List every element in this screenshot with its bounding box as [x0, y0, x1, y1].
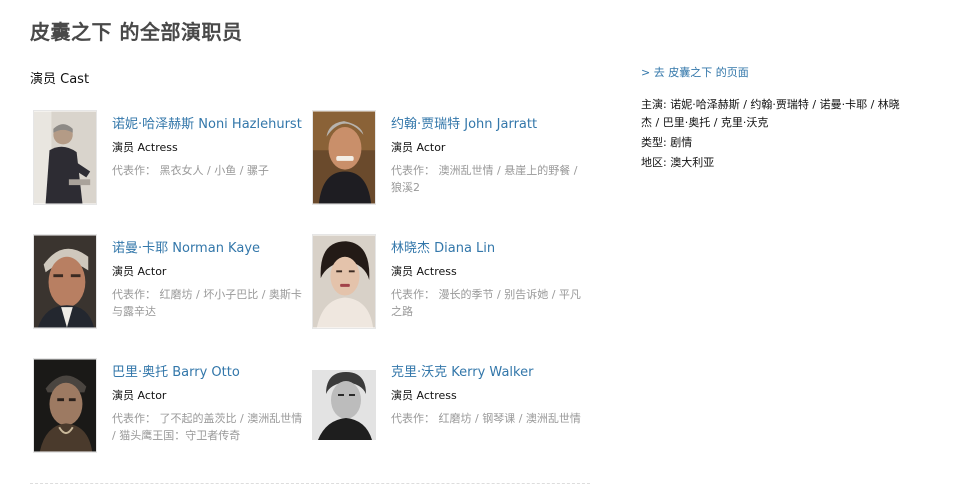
- section-divider: [30, 483, 590, 484]
- cast-role-5: 演员 Actress: [391, 389, 457, 402]
- cast-works-2: 代表作： 红磨坊 / 坏小子巴比 / 奥斯卡与露辛达: [112, 286, 308, 320]
- cast-name-5[interactable]: 克里·沃克 Kerry Walker: [391, 364, 587, 382]
- works-list: 黑衣女人 / 小鱼 / 骡子: [159, 164, 269, 177]
- portrait-image: [34, 359, 96, 452]
- cast-item-2: 诺曼·卡耶 Norman Kaye 演员 Actor 代表作： 红磨坊 / 坏小…: [30, 232, 310, 332]
- region-row: 地区: 澳大利亚: [641, 154, 901, 172]
- portrait-image: [312, 358, 376, 453]
- cast-photo-1[interactable]: [312, 110, 376, 205]
- cast-photo-3[interactable]: [312, 234, 376, 329]
- genre-row: 类型: 剧情: [641, 134, 901, 152]
- cast-item-3: 林晓杰 Diana Lin 演员 Actress 代表作： 漫长的季节 / 别告…: [309, 232, 589, 332]
- cast-role-2: 演员 Actor: [112, 265, 167, 278]
- back-to-subject-link[interactable]: > 去 皮囊之下 的页面: [641, 64, 901, 82]
- works-list: 红磨坊 / 钢琴课 / 澳洲乱世情: [438, 412, 581, 425]
- cast-works-1: 代表作： 澳洲乱世情 / 悬崖上的野餐 / 狼溪2: [391, 162, 587, 196]
- cast-photo-2[interactable]: [33, 234, 97, 329]
- works-label: 代表作：: [391, 288, 435, 301]
- genre-label: 类型:: [641, 136, 667, 149]
- cast-works-4: 代表作： 了不起的盖茨比 / 澳洲乱世情 / 猫头鹰王国：守卫者传奇: [112, 410, 308, 444]
- starring-value: 诺妮·哈泽赫斯 / 约翰·贾瑞特 / 诺曼·卡耶 / 林晓杰 / 巴里·奥托 /…: [641, 98, 900, 129]
- portrait-image: [313, 111, 375, 204]
- cast-photo-4[interactable]: [33, 358, 97, 453]
- works-label: 代表作：: [391, 164, 435, 177]
- portrait-image: [34, 235, 96, 328]
- cast-photo-0[interactable]: [33, 110, 97, 205]
- cast-role-1: 演员 Actor: [391, 141, 446, 154]
- cast-item-5: 克里·沃克 Kerry Walker 演员 Actress 代表作： 红磨坊 /…: [309, 356, 589, 456]
- genre-value: 剧情: [670, 136, 693, 149]
- cast-works-3: 代表作： 漫长的季节 / 别告诉她 / 平凡之路: [391, 286, 587, 320]
- cast-role-3: 演员 Actress: [391, 265, 457, 278]
- cast-role-0: 演员 Actress: [112, 141, 178, 154]
- cast-photo-5[interactable]: [312, 358, 376, 453]
- cast-section-title: 演员 Cast: [30, 72, 90, 87]
- sidebar: > 去 皮囊之下 的页面 主演: 诺妮·哈泽赫斯 / 约翰·贾瑞特 / 诺曼·卡…: [641, 64, 901, 174]
- starring-label: 主演:: [641, 98, 667, 111]
- works-label: 代表作：: [391, 412, 435, 425]
- works-label: 代表作：: [112, 164, 156, 177]
- cast-name-0[interactable]: 诺妮·哈泽赫斯 Noni Hazlehurst: [112, 116, 308, 134]
- cast-name-4[interactable]: 巴里·奥托 Barry Otto: [112, 364, 308, 382]
- region-label: 地区:: [641, 156, 667, 169]
- cast-item-1: 约翰·贾瑞特 John Jarratt 演员 Actor 代表作： 澳洲乱世情 …: [309, 108, 589, 208]
- portrait-image: [34, 111, 96, 204]
- region-value: 澳大利亚: [670, 156, 715, 169]
- page-title: 皮囊之下 的全部演职员: [30, 20, 243, 44]
- cast-item-4: 巴里·奥托 Barry Otto 演员 Actor 代表作： 了不起的盖茨比 /…: [30, 356, 310, 456]
- works-label: 代表作：: [112, 288, 156, 301]
- portrait-image: [313, 235, 375, 328]
- starring-row: 主演: 诺妮·哈泽赫斯 / 约翰·贾瑞特 / 诺曼·卡耶 / 林晓杰 / 巴里·…: [641, 96, 901, 132]
- cast-item-0: 诺妮·哈泽赫斯 Noni Hazlehurst 演员 Actress 代表作： …: [30, 108, 310, 208]
- cast-name-3[interactable]: 林晓杰 Diana Lin: [391, 240, 587, 258]
- cast-works-0: 代表作： 黑衣女人 / 小鱼 / 骡子: [112, 162, 308, 179]
- cast-works-5: 代表作： 红磨坊 / 钢琴课 / 澳洲乱世情: [391, 410, 587, 427]
- cast-name-1[interactable]: 约翰·贾瑞特 John Jarratt: [391, 116, 587, 134]
- works-label: 代表作：: [112, 412, 156, 425]
- cast-role-4: 演员 Actor: [112, 389, 167, 402]
- cast-name-2[interactable]: 诺曼·卡耶 Norman Kaye: [112, 240, 308, 258]
